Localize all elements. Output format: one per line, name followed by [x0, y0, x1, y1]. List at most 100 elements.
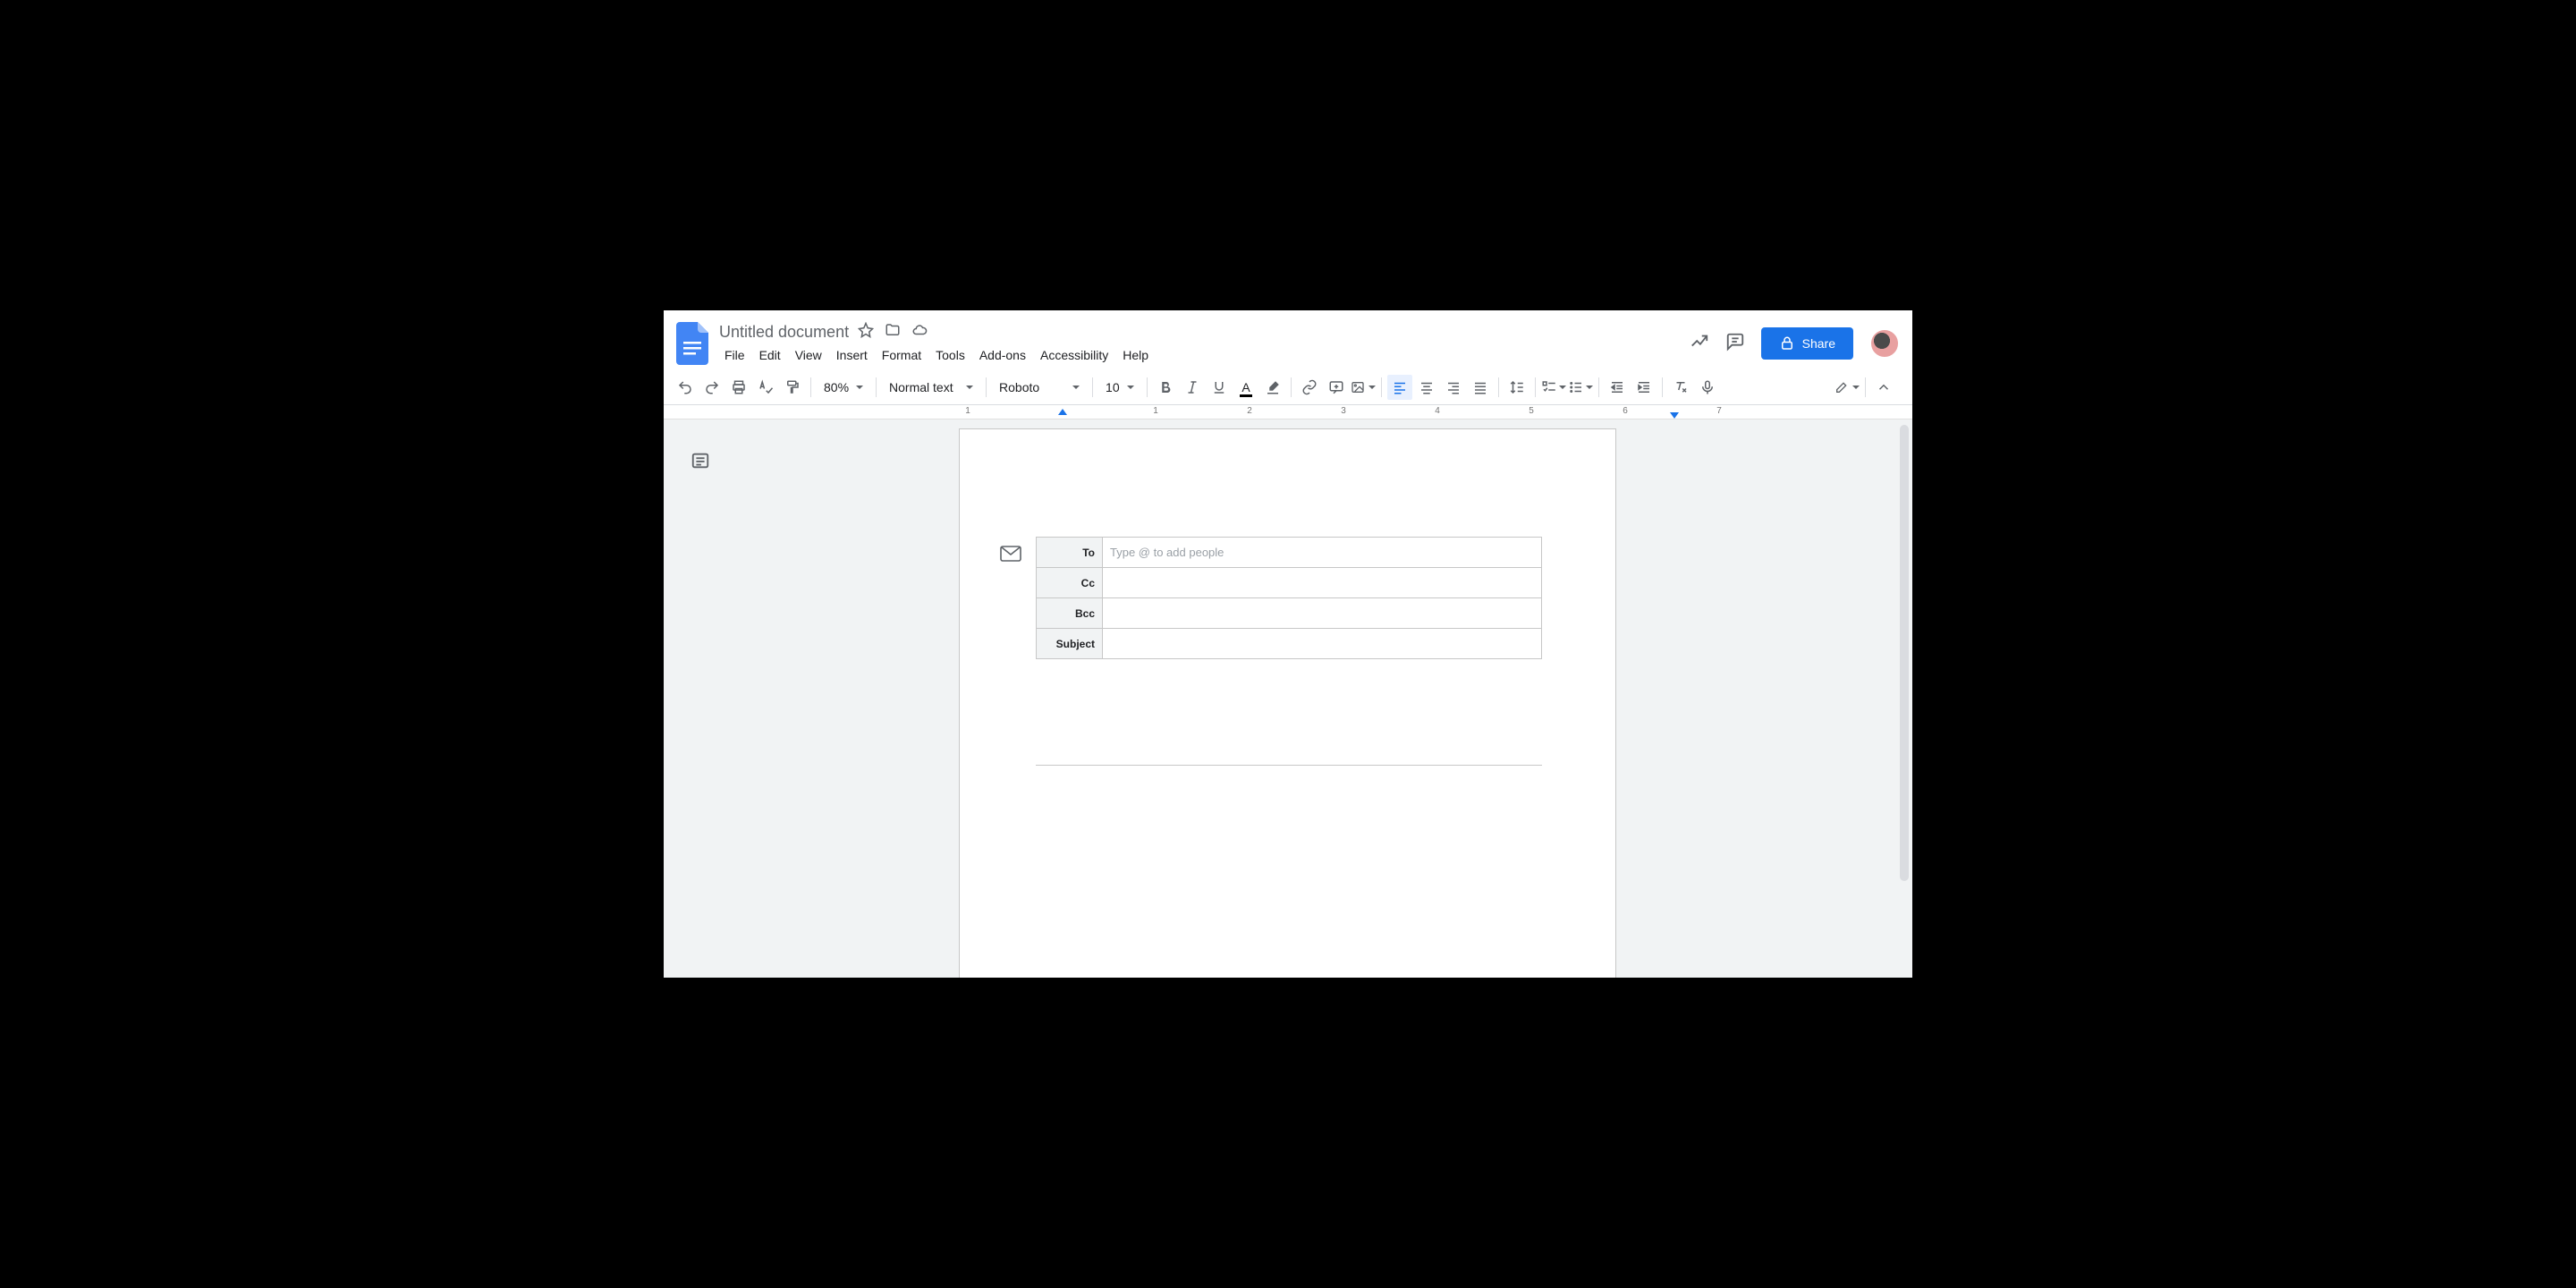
scroll-thumb[interactable]	[1900, 425, 1909, 881]
cloud-status-icon[interactable]	[911, 322, 928, 343]
line-spacing-button[interactable]	[1504, 375, 1530, 400]
activity-icon[interactable]	[1690, 332, 1709, 356]
toolbar-separator	[1865, 377, 1866, 397]
highlight-button[interactable]	[1260, 375, 1285, 400]
toolbar-separator	[1147, 377, 1148, 397]
document-page[interactable]: To Cc Bcc Subject	[959, 428, 1616, 978]
voice-typing-button[interactable]	[1695, 375, 1720, 400]
toolbar-separator	[1598, 377, 1599, 397]
insert-link-button[interactable]	[1297, 375, 1322, 400]
italic-button[interactable]	[1180, 375, 1205, 400]
add-comment-button[interactable]	[1324, 375, 1349, 400]
horizontal-rule	[1036, 765, 1542, 766]
toolbar-separator	[810, 377, 811, 397]
menu-file[interactable]: File	[719, 344, 750, 366]
text-color-button[interactable]: A	[1233, 375, 1258, 400]
email-subject-label: Subject	[1037, 629, 1103, 659]
underline-button[interactable]	[1207, 375, 1232, 400]
comments-icon[interactable]	[1725, 332, 1745, 356]
menubar: File Edit View Insert Format Tools Add-o…	[719, 344, 1679, 366]
document-outline-button[interactable]	[686, 446, 715, 475]
document-title[interactable]: Untitled document	[719, 323, 849, 342]
paragraph-style-dropdown[interactable]: Normal text	[882, 375, 980, 400]
menu-view[interactable]: View	[790, 344, 827, 366]
menu-tools[interactable]: Tools	[930, 344, 970, 366]
menu-insert[interactable]: Insert	[831, 344, 873, 366]
ruler[interactable]: 1 1 2 3 4 5 6 7	[664, 405, 1912, 419]
ruler-number: 1	[965, 406, 970, 416]
ruler-number: 3	[1341, 406, 1346, 416]
email-to-row: To	[1037, 538, 1542, 568]
align-right-button[interactable]	[1441, 375, 1466, 400]
spellcheck-button[interactable]	[753, 375, 778, 400]
menu-addons[interactable]: Add-ons	[974, 344, 1031, 366]
ruler-number: 4	[1435, 406, 1440, 416]
menu-format[interactable]: Format	[877, 344, 927, 366]
email-subject-input[interactable]	[1110, 637, 1541, 650]
email-cc-row: Cc	[1037, 568, 1542, 598]
vertical-scrollbar[interactable]	[1898, 419, 1911, 978]
ruler-number: 7	[1716, 406, 1722, 416]
zoom-dropdown[interactable]: 80%	[817, 375, 870, 400]
toolbar-separator	[1381, 377, 1382, 397]
print-button[interactable]	[726, 375, 751, 400]
font-family-dropdown[interactable]: Roboto	[992, 375, 1087, 400]
editing-mode-button[interactable]	[1835, 375, 1860, 400]
share-button-label: Share	[1802, 336, 1835, 351]
gmail-icon	[1000, 546, 1021, 562]
toolbar-separator	[876, 377, 877, 397]
font-family-value: Roboto	[999, 380, 1039, 394]
workspace: To Cc Bcc Subject	[664, 419, 1912, 978]
paragraph-style-value: Normal text	[889, 380, 953, 394]
collapse-toolbar-button[interactable]	[1871, 375, 1896, 400]
toolbar-separator	[1535, 377, 1536, 397]
email-bcc-label: Bcc	[1037, 598, 1103, 629]
email-bcc-row: Bcc	[1037, 598, 1542, 629]
bold-button[interactable]	[1153, 375, 1178, 400]
undo-button[interactable]	[673, 375, 698, 400]
first-line-indent-marker[interactable]	[1058, 409, 1067, 415]
toolbar-separator	[1662, 377, 1663, 397]
email-subject-row: Subject	[1037, 629, 1542, 659]
account-avatar[interactable]	[1869, 328, 1900, 359]
ruler-number: 6	[1623, 406, 1628, 416]
share-button[interactable]: Share	[1761, 327, 1853, 360]
toolbar-separator	[1291, 377, 1292, 397]
email-to-label: To	[1037, 538, 1103, 568]
paint-format-button[interactable]	[780, 375, 805, 400]
toolbar: 80% Normal text Roboto 10 A	[664, 369, 1912, 405]
increase-indent-button[interactable]	[1631, 375, 1657, 400]
checklist-button[interactable]	[1541, 375, 1566, 400]
font-size-dropdown[interactable]: 10	[1098, 375, 1141, 400]
ruler-number: 1	[1153, 406, 1158, 416]
ruler-number: 2	[1247, 406, 1252, 416]
align-justify-button[interactable]	[1468, 375, 1493, 400]
titlebar: Untitled document File Edit View Insert …	[664, 310, 1912, 369]
app-window: Untitled document File Edit View Insert …	[664, 310, 1912, 978]
toolbar-separator	[986, 377, 987, 397]
decrease-indent-button[interactable]	[1605, 375, 1630, 400]
move-folder-icon[interactable]	[885, 322, 901, 343]
font-size-value: 10	[1106, 380, 1120, 394]
menu-edit[interactable]: Edit	[754, 344, 786, 366]
email-to-input[interactable]	[1110, 546, 1541, 559]
align-left-button[interactable]	[1387, 375, 1412, 400]
star-icon[interactable]	[858, 322, 874, 343]
bullet-list-button[interactable]	[1568, 375, 1593, 400]
menu-accessibility[interactable]: Accessibility	[1035, 344, 1114, 366]
email-cc-label: Cc	[1037, 568, 1103, 598]
insert-image-button[interactable]	[1351, 375, 1376, 400]
email-cc-input[interactable]	[1110, 576, 1541, 589]
email-draft-table: To Cc Bcc Subject	[1036, 537, 1542, 659]
clear-formatting-button[interactable]	[1668, 375, 1693, 400]
zoom-value: 80%	[824, 380, 849, 394]
email-bcc-input[interactable]	[1110, 606, 1541, 620]
right-indent-marker[interactable]	[1670, 412, 1679, 419]
toolbar-separator	[1498, 377, 1499, 397]
ruler-number: 5	[1529, 406, 1534, 416]
redo-button[interactable]	[699, 375, 724, 400]
align-center-button[interactable]	[1414, 375, 1439, 400]
toolbar-separator	[1092, 377, 1093, 397]
menu-help[interactable]: Help	[1117, 344, 1154, 366]
docs-logo-icon[interactable]	[676, 322, 708, 365]
